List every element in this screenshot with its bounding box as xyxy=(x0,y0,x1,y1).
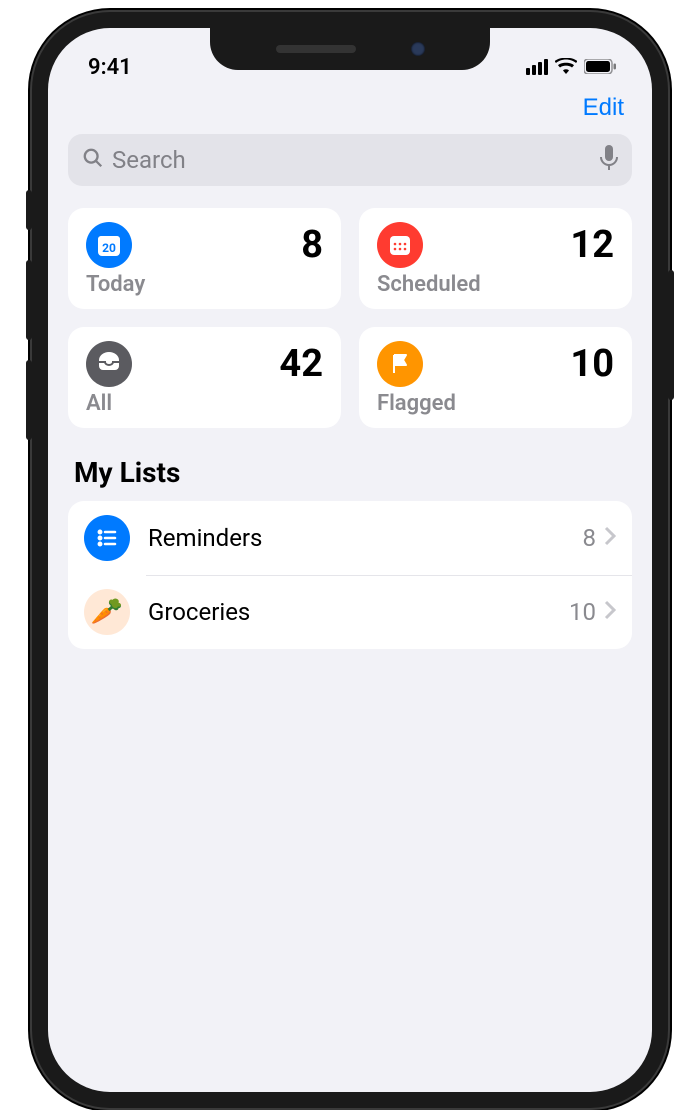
all-count: 42 xyxy=(279,342,323,386)
list-name: Reminders xyxy=(148,524,583,552)
edit-button[interactable]: Edit xyxy=(583,94,624,122)
smart-list-all[interactable]: 42 All xyxy=(68,327,341,428)
status-time: 9:41 xyxy=(88,55,132,80)
svg-text:20: 20 xyxy=(102,241,116,255)
list-count: 8 xyxy=(583,524,597,552)
calendar-icon xyxy=(377,222,423,268)
search-placeholder: Search xyxy=(112,146,592,174)
today-label: Today xyxy=(86,272,323,297)
list-item-groceries[interactable]: 🥕 Groceries 10 xyxy=(68,575,632,649)
search-input[interactable]: Search xyxy=(68,134,632,186)
microphone-icon[interactable] xyxy=(600,145,618,175)
tray-icon xyxy=(86,341,132,387)
smart-list-flagged[interactable]: 10 Flagged xyxy=(359,327,632,428)
wifi-icon xyxy=(555,55,577,80)
list-item-reminders[interactable]: Reminders 8 xyxy=(68,501,632,575)
flagged-count: 10 xyxy=(570,342,614,386)
scheduled-label: Scheduled xyxy=(377,272,614,297)
chevron-right-icon xyxy=(604,526,616,550)
list-name: Groceries xyxy=(148,598,569,626)
list-icon xyxy=(84,515,130,561)
flagged-label: Flagged xyxy=(377,391,614,416)
cellular-signal-icon xyxy=(526,59,548,75)
calendar-today-icon: 20 xyxy=(86,222,132,268)
list-count: 10 xyxy=(569,598,596,626)
my-lists-header: My Lists xyxy=(74,456,626,489)
all-label: All xyxy=(86,391,323,416)
smart-list-scheduled[interactable]: 12 Scheduled xyxy=(359,208,632,309)
today-count: 8 xyxy=(301,223,323,267)
carrot-icon: 🥕 xyxy=(84,589,130,635)
chevron-right-icon xyxy=(604,600,616,624)
scheduled-count: 12 xyxy=(570,223,614,267)
battery-icon xyxy=(584,55,616,80)
flag-icon xyxy=(377,341,423,387)
smart-list-today[interactable]: 20 8 Today xyxy=(68,208,341,309)
search-icon xyxy=(82,147,104,173)
